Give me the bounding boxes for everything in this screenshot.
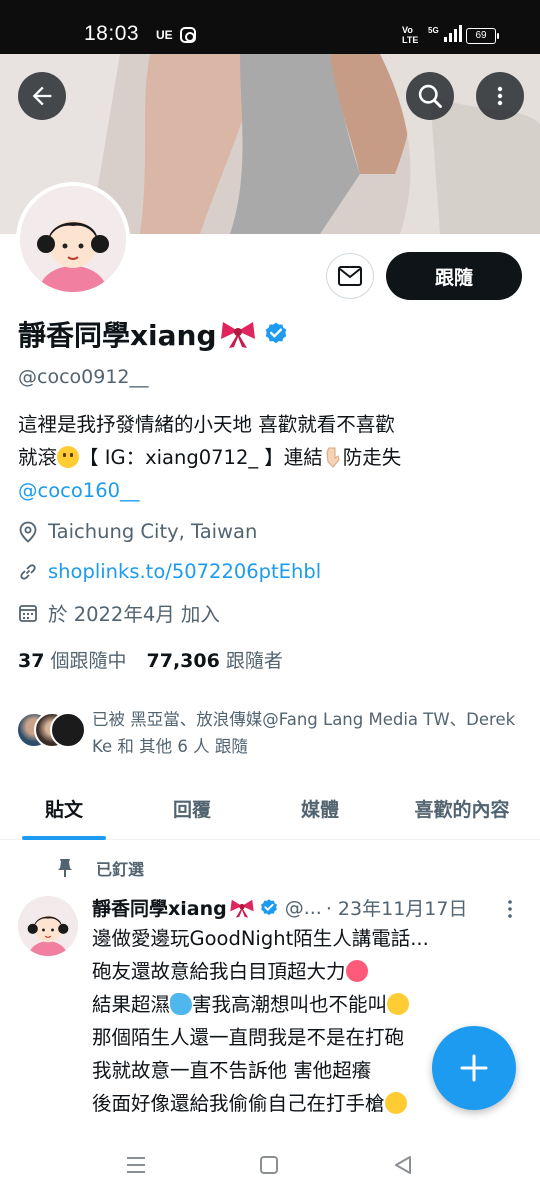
tab-posts-label: 貼文: [44, 798, 83, 821]
tab-media-label: 媒體: [300, 798, 339, 821]
calendar-icon: [19, 604, 37, 622]
display-name: 靜香同學xiang: [18, 314, 289, 354]
status-time: 18:03: [84, 22, 140, 45]
bio-mention-link[interactable]: @coco160__: [18, 479, 140, 502]
location-row: Taichung City, Taiwan: [18, 520, 257, 543]
profile-bio: 這裡是我抒發情緒的小天地 喜歡就看不喜歡 就滾【 IG：xiang0712_ 】…: [18, 408, 523, 507]
compose-post-button[interactable]: [432, 1026, 516, 1110]
post-author-name[interactable]: 靜香同學xiang: [92, 894, 227, 921]
post-line-text: 害我高潮想叫也不能叫: [192, 993, 388, 1016]
message-button[interactable]: [326, 253, 374, 299]
profile-avatar[interactable]: [16, 182, 130, 296]
envelope-icon: [338, 266, 362, 286]
following-count: 37: [18, 650, 45, 672]
search-icon: [418, 84, 442, 108]
mutual-avatar: [50, 712, 86, 748]
tab-media[interactable]: 媒體: [256, 786, 384, 830]
avatar-illustration: [20, 186, 126, 292]
pinned-indicator: 已釘選: [56, 856, 144, 880]
ribbon-emoji-icon: [230, 899, 254, 918]
tab-replies[interactable]: 回覆: [128, 786, 256, 830]
tab-likes[interactable]: 喜歡的內容: [384, 786, 540, 830]
svg-text:5G: 5G: [428, 26, 439, 35]
bio-text-b: 【 IG：xiang0712_ 】連結: [79, 446, 323, 469]
tongue-emoji-icon: [345, 960, 368, 982]
followers-you-know-text: 已被 黑亞當、放浪傳媒@Fang Lang Media TW、Derek Ke …: [92, 710, 516, 756]
search-button[interactable]: [406, 72, 454, 120]
avatar-illustration: [18, 896, 78, 956]
link-icon: [20, 563, 36, 580]
joined-row: 於 2022年4月 加入: [18, 598, 220, 627]
instagram-notification-icon: [180, 27, 196, 43]
location-text: Taichung City, Taiwan: [48, 520, 258, 543]
following-link[interactable]: 37 個跟隨中: [18, 650, 147, 672]
back-triangle-icon[interactable]: [392, 1154, 414, 1176]
post-author-avatar[interactable]: [18, 896, 78, 956]
post-more-icon[interactable]: [504, 898, 516, 920]
post-author-handle: @...: [284, 896, 322, 919]
tab-likes-label: 喜歡的內容: [414, 798, 510, 821]
followers-count: 77,306: [146, 650, 220, 672]
follow-button[interactable]: 跟隨: [386, 252, 522, 300]
arrow-left-icon: [32, 86, 52, 106]
display-name-text: 靜香同學xiang: [18, 319, 217, 352]
sweat-droplets-emoji-icon: [170, 993, 193, 1015]
mutual-follower-avatars: [16, 712, 86, 748]
more-vertical-icon: [497, 86, 503, 106]
recents-icon[interactable]: [124, 1154, 148, 1176]
more-options-button[interactable]: [476, 72, 524, 120]
back-button[interactable]: [18, 72, 66, 120]
location-pin-icon: [19, 521, 37, 543]
bio-text-c: 防走失: [342, 446, 402, 469]
following-label: 個跟隨中: [50, 650, 127, 672]
post-line-text: 後面好像還給我偷偷自己在打手槍: [92, 1092, 385, 1115]
joined-text: 於 2022年4月 加入: [48, 603, 220, 626]
verified-badge-icon[interactable]: [263, 321, 289, 347]
carrier-label: UE: [156, 28, 173, 42]
followers-link[interactable]: 77,306 跟隨者: [147, 650, 303, 672]
post-header: 靜香同學xiang @... · 23年11月17日: [92, 894, 467, 921]
signal-5g-icon: 5G: [428, 25, 462, 42]
website-link[interactable]: shoplinks.to/5072206ptEhbl: [48, 560, 321, 583]
bio-line-2: 就滾【 IG：xiang0712_ 】連結 防走失: [18, 441, 523, 474]
post-line-text: 結果超濕: [92, 993, 171, 1016]
pointing-down-emoji-icon: [326, 447, 340, 468]
tab-replies-label: 回覆: [172, 798, 211, 821]
post-line: 結果超濕 害我高潮想叫也不能叫: [92, 988, 512, 1021]
ribbon-emoji-icon: [220, 322, 255, 348]
pinned-label: 已釘選: [96, 860, 145, 879]
home-icon[interactable]: [258, 1154, 280, 1176]
android-navigation-bar: [0, 1134, 540, 1200]
website-row[interactable]: shoplinks.to/5072206ptEhbl: [18, 560, 321, 583]
post-date: · 23年11月17日: [325, 898, 468, 920]
pin-icon: [58, 859, 72, 877]
pleading-face-emoji-icon: [387, 993, 410, 1015]
tab-posts[interactable]: 貼文: [0, 786, 128, 830]
face-emoji-icon: [384, 1092, 407, 1114]
post-line-text: 砲友還故意給我白目頂超大力: [92, 960, 346, 983]
follow-stats: 37 個跟隨中 77,306 跟隨者: [18, 646, 303, 673]
bio-line-1: 這裡是我抒發情緒的小天地 喜歡就看不喜歡: [18, 413, 395, 436]
status-bar: 18:03 UE Vo LTE 5G 69: [0, 0, 540, 54]
verified-badge-icon: [260, 898, 277, 915]
profile-tabs: 貼文 回覆 媒體 喜歡的內容: [0, 786, 540, 840]
post-line: 砲友還故意給我白目頂超大力: [92, 955, 512, 988]
active-tab-indicator: [22, 836, 106, 840]
username: @coco0912__: [18, 366, 149, 388]
followers-label: 跟隨者: [225, 650, 283, 672]
plus-icon: [460, 1054, 488, 1082]
volte-indicator: Vo LTE: [402, 25, 419, 45]
battery-indicator: 69: [466, 28, 499, 44]
bio-text-a: 就滾: [18, 446, 58, 469]
melting-face-emoji-icon: [57, 446, 80, 468]
post-line: 邊做愛邊玩GoodNight陌生人講電話...: [92, 927, 429, 950]
